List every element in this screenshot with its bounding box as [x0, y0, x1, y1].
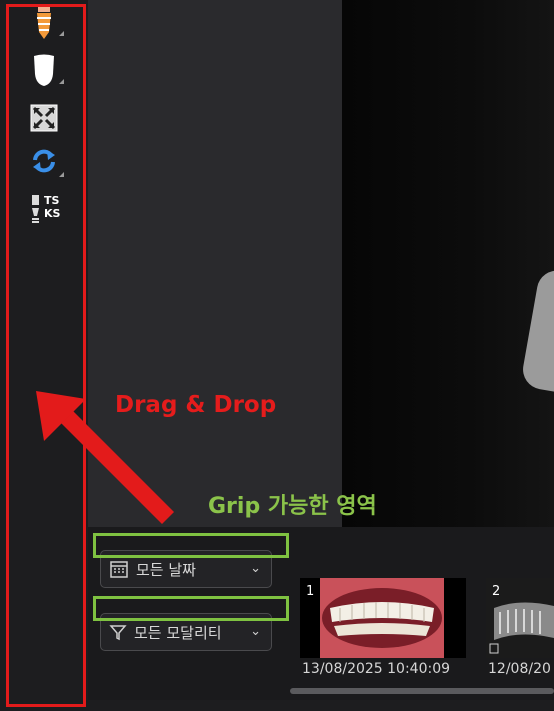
thumbnail-item[interactable]: 1 [300, 578, 466, 658]
drop-target-highlight [6, 4, 86, 707]
thumbnail-scrollbar[interactable] [290, 688, 554, 694]
grip-area-highlight [93, 533, 289, 558]
date-filter-label: 모든 날짜 [136, 560, 196, 579]
thumbnail-number: 2 [492, 584, 501, 599]
chevron-down-icon: ⌄ [250, 561, 261, 576]
intraoral-photo [320, 578, 444, 658]
thumbnail-number: 1 [306, 584, 315, 599]
chevron-down-icon: ⌄ [250, 624, 261, 639]
grip-area-highlight [93, 596, 289, 621]
thumbnail-item[interactable]: 2 [486, 578, 554, 658]
modality-filter-label: 모든 모달리티 [134, 623, 222, 642]
filter-funnel-icon [109, 625, 127, 641]
thumbnail-timestamp: 12/08/20 [488, 661, 551, 677]
xray-image [342, 0, 554, 527]
calendar-icon [110, 561, 128, 578]
grip-area-annotation: Grip 가능한 영역 [208, 494, 377, 519]
drag-drop-annotation: Drag & Drop [115, 392, 277, 418]
thumbnail-timestamp: 13/08/2025 10:40:09 [302, 661, 451, 677]
